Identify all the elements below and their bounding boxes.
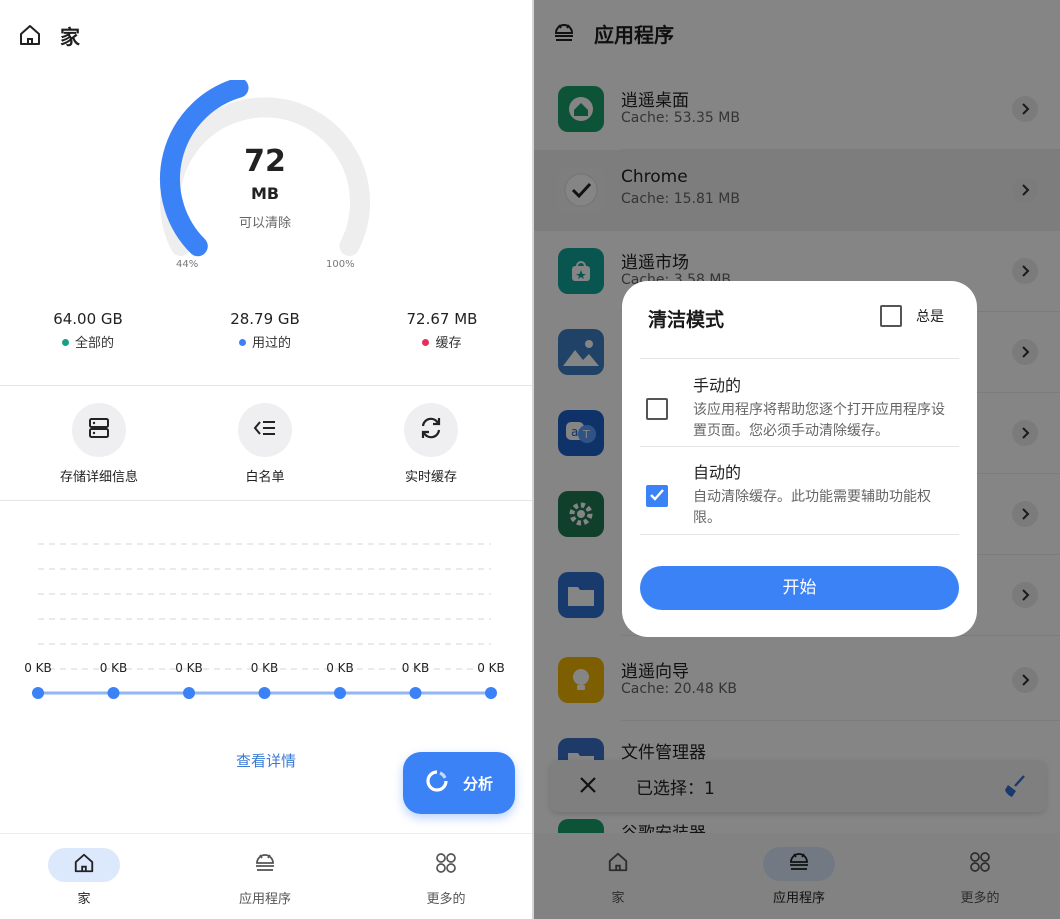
manual-option[interactable]: 手动的 该应用程序将帮助您逐个打开应用程序设置页面。您必须手动清除缓存。 [640,364,959,446]
divider [0,500,532,501]
storage-icon [87,416,111,444]
apps-screen: 应用程序 逍遥桌面 Cache: 53.35 MB Chrome Cache: … [534,0,1060,919]
nav-more[interactable]: 更多的 [386,848,506,907]
page-title: 家 [60,25,80,49]
legend-dot [61,339,69,346]
dialog-divider [640,446,959,447]
bottom-navigation: 家 应用程序 更多的 [0,833,532,919]
android-icon [253,852,277,878]
auto-option[interactable]: 自动的 自动清除缓存。此功能需要辅助功能权限。 [640,451,959,533]
stat-label: 全部的 [74,336,114,351]
auto-checkbox[interactable] [646,485,668,507]
nav-label: 更多的 [426,892,466,907]
data-point [334,687,346,699]
data-point [107,687,120,699]
nav-active-pill [48,848,120,882]
storage-icon-circle [72,403,126,457]
stat-label: 缓存 [435,336,462,351]
data-point [32,687,44,699]
tool-label: 存储详细信息 [59,470,138,485]
data-label: 0 KB [100,661,128,675]
nav-home[interactable]: 家 [24,848,144,907]
option-name: 手动的 [693,376,742,395]
option-description: 自动清除缓存。此功能需要辅助功能权限。 [693,489,931,526]
nav-label: 应用程序 [238,892,291,907]
cache-line-chart: 0 KB 0 KB 0 KB 0 KB 0 KB 0 KB 0 KB [0,520,532,720]
dialog-title: 清洁模式 [648,309,725,331]
data-point [183,687,195,699]
stat-value: 64.00 GB [53,310,123,328]
realtime-cache-button[interactable]: 实时缓存 [371,403,491,485]
nav-pill [410,848,482,882]
refresh-icon [418,415,444,445]
analyze-label: 分析 [462,774,493,793]
gauge-value: 72 [244,144,286,179]
always-label: 总是 [916,309,944,325]
data-point [258,687,271,699]
tool-label: 实时缓存 [404,470,457,485]
gauge-min-label: 44% [176,259,199,270]
home-screen: 家 72 MB 可以清除 44% 100% 64.00 GB 全部的 28.79… [0,0,532,919]
refresh-icon-circle [404,403,458,457]
tool-label: 白名单 [245,470,285,485]
always-checkbox[interactable] [880,305,902,327]
divider [0,385,532,386]
whitelist-icon-circle [238,403,292,457]
analyze-icon [425,769,449,797]
dialog-divider [640,534,959,535]
stat-value: 72.67 MB [406,310,478,328]
storage-details-button[interactable]: 存储详细信息 [39,403,159,485]
data-label: 0 KB [477,661,505,675]
nav-pill [229,848,301,882]
stat-value: 28.79 GB [230,310,300,328]
home-top-bar: 家 [0,0,532,70]
cache-gauge: 72 MB 可以清除 44% 100% [140,77,390,280]
checkmark-icon [649,487,665,506]
data-label: 0 KB [251,661,279,675]
data-label: 0 KB [24,661,52,675]
gauge-label: 可以清除 [238,216,291,231]
manual-checkbox[interactable] [646,398,668,420]
dialog-divider [640,358,959,359]
option-description: 该应用程序将帮助您逐个打开应用程序设置页面。您必须手动清除缓存。 [693,402,945,439]
grid-icon [435,852,457,878]
stat-used: 28.79 GB 用过的 [195,310,335,351]
tools-row: 存储详细信息 白名单 实时缓存 [0,403,532,493]
whitelist-button[interactable]: 白名单 [205,403,325,485]
storage-stats: 64.00 GB 全部的 28.79 GB 用过的 72.67 MB 缓存 [0,310,532,360]
gauge-max-label: 100% [326,259,355,270]
option-name: 自动的 [693,463,742,482]
stat-total: 64.00 GB 全部的 [18,310,158,351]
start-button[interactable]: 开始 [640,566,959,610]
clean-mode-dialog: 清洁模式 总是 手动的 该应用程序将帮助您逐个打开应用程序设置页面。您必须手动清… [622,281,977,637]
nav-apps[interactable]: 应用程序 [205,848,325,907]
gauge-unit: MB [250,184,280,203]
stat-label: 用过的 [251,336,291,351]
home-icon [73,852,95,878]
always-option[interactable]: 总是 [880,305,944,327]
data-label: 0 KB [326,661,354,675]
whitelist-icon [252,416,278,444]
nav-label: 家 [77,892,91,907]
analyze-button[interactable]: 分析 [403,752,515,814]
data-point [409,687,422,699]
home-icon [18,23,42,47]
stat-cache: 72.67 MB 缓存 [372,310,512,351]
data-label: 0 KB [402,661,430,675]
legend-dot [422,339,430,346]
data-label: 0 KB [175,661,203,675]
legend-dot [238,339,246,346]
data-point [485,687,497,699]
